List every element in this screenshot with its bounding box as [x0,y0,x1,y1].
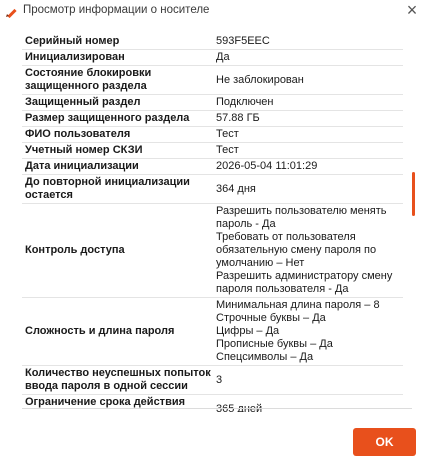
info-row: ФИО пользователя Тест [22,126,403,143]
row-label: Учетный номер СКЗИ [22,142,213,159]
info-row: Количество неуспешных попыток ввода паро… [22,365,403,395]
row-value: Подключен [213,94,403,111]
row-label: Сложность и длина пароля [22,297,213,366]
info-row: До повторной инициализации остается 364 д… [22,174,403,204]
close-icon[interactable]: × [403,1,421,19]
row-value: 365 дней [213,394,403,412]
row-value: 3 [213,365,403,395]
row-label: Серийный номер [22,34,213,50]
row-label: Количество неуспешных попыток ввода паро… [22,365,213,395]
info-table: Серийный номер 593F5EEC Инициализирован Да С… [22,34,403,412]
pencil-icon [5,4,19,19]
row-label: Состояние блокировки защищенного раздела [22,65,213,95]
scrollbar-thumb[interactable] [412,172,415,216]
row-label: Ограничение срока действия пароля [22,394,213,412]
row-value: Минимальная длина пароля – 8 Строчные бу… [213,297,403,366]
row-label: Дата инициализации [22,158,213,175]
ok-button[interactable]: OK [353,428,416,456]
info-row: Контроль доступа Разрешить пользователю м… [22,203,403,298]
row-label: До повторной инициализации остается [22,174,213,204]
row-value: Не заблокирован [213,65,403,95]
title-bar: Просмотр информации о носителе × [0,0,431,22]
info-row: Инициализирован Да [22,49,403,66]
row-label: Размер защищенного раздела [22,110,213,127]
footer-divider [22,408,412,409]
row-value: Тест [213,142,403,159]
info-row: Ограничение срока действия пароля365 дне… [22,394,403,412]
info-row: Защищенный раздел Подключен [22,94,403,111]
row-value: 364 дня [213,174,403,204]
info-row: Дата инициализации 2026-05-04 11:01:29 [22,158,403,175]
row-value: 593F5EEC [213,34,403,50]
row-value: Разрешить пользователю менять пароль - Д… [213,203,403,298]
row-value: Тест [213,126,403,143]
info-panel[interactable]: Серийный номер 593F5EEC Инициализирован Да С… [0,22,431,412]
row-value: 57.88 ГБ [213,110,403,127]
row-label: ФИО пользователя [22,126,213,143]
info-row: Состояние блокировки защищенного раздела… [22,65,403,95]
info-row: Учетный номер СКЗИ Тест [22,142,403,159]
row-value: Да [213,49,403,66]
row-value: 2026-05-04 11:01:29 [213,158,403,175]
row-label: Защищенный раздел [22,94,213,111]
info-row: Серийный номер 593F5EEC [22,34,403,50]
row-label: Инициализирован [22,49,213,66]
row-label: Контроль доступа [22,203,213,298]
info-row: Размер защищенного раздела 57.88 ГБ [22,110,403,127]
window-title: Просмотр информации о носителе [23,4,210,16]
info-row: Сложность и длина пароля Минимальная длин… [22,297,403,366]
